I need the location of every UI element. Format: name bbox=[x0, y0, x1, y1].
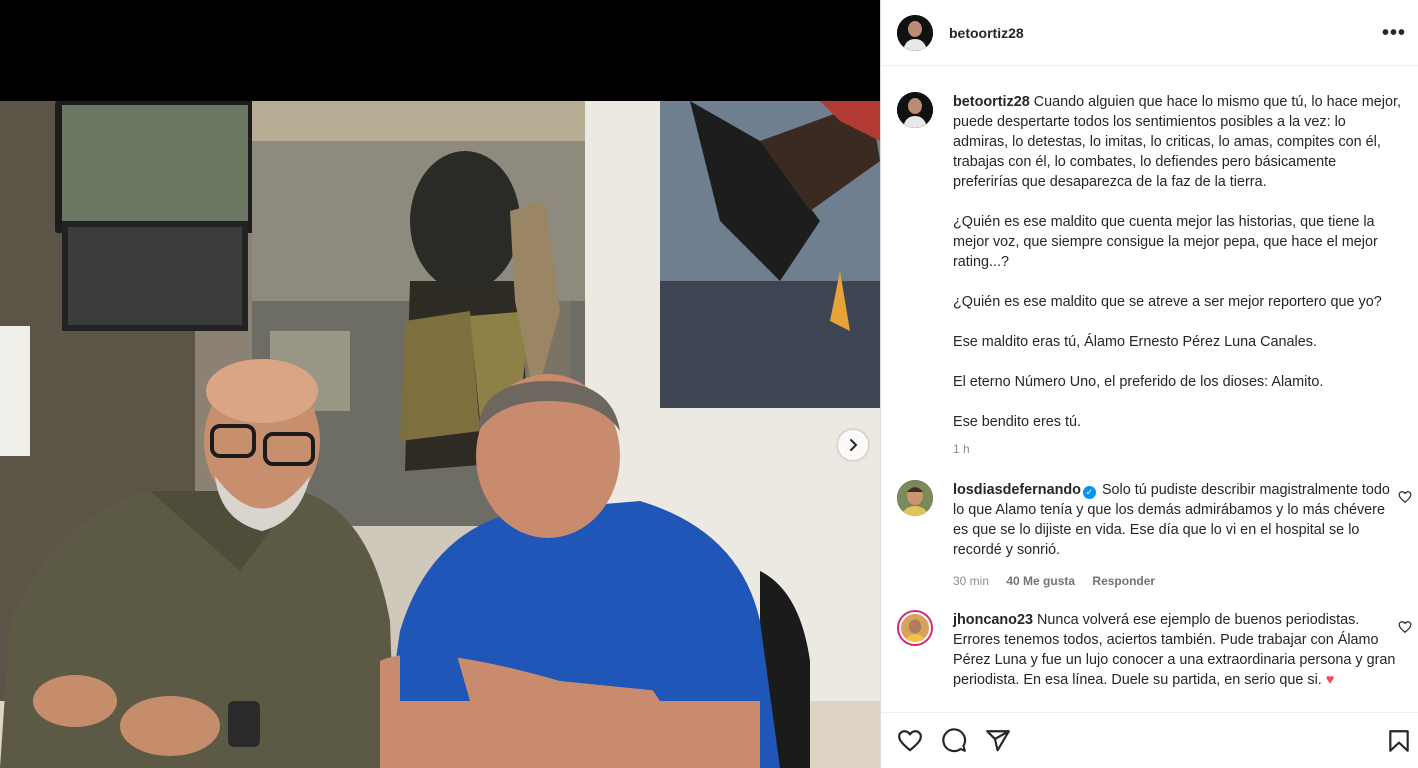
heart-icon[interactable] bbox=[897, 728, 923, 754]
verified-badge-icon: ✓ bbox=[1082, 486, 1096, 499]
comment-item: losdiasdefernando ✓ Solo tú pudiste descr… bbox=[881, 480, 1418, 588]
caption-timestamp[interactable]: 1 h bbox=[953, 442, 1402, 456]
avatar[interactable] bbox=[897, 14, 933, 51]
comment-likes[interactable]: 40 Me gusta bbox=[1006, 574, 1075, 588]
caption-paragraph: ¿Quién es ese maldito que se atreve a se… bbox=[953, 294, 1382, 310]
comment-text: jhoncano23 Nunca volverá ese ejemplo de … bbox=[953, 610, 1402, 690]
avatar[interactable] bbox=[897, 610, 933, 646]
comment-meta: 30 min 40 Me gusta Responder bbox=[953, 574, 1402, 588]
comments-scroll[interactable]: betoortiz28 Cuando alguien que hace lo m… bbox=[881, 66, 1418, 716]
like-comment-icon[interactable] bbox=[1398, 620, 1412, 634]
post-panel: betoortiz28 ••• betoortiz28 Cuando algui… bbox=[880, 0, 1418, 768]
bookmark-icon[interactable] bbox=[1386, 728, 1412, 754]
post-author-username[interactable]: betoortiz28 bbox=[949, 25, 1024, 41]
reply-button[interactable]: Responder bbox=[1092, 574, 1155, 588]
avatar[interactable] bbox=[897, 480, 933, 516]
more-options-icon[interactable]: ••• bbox=[1382, 22, 1406, 45]
like-comment-icon[interactable] bbox=[1398, 490, 1412, 504]
next-photo-button[interactable] bbox=[838, 430, 868, 460]
caption-paragraph: Ese maldito eras tú, Álamo Ernesto Pérez… bbox=[953, 334, 1317, 350]
share-icon[interactable] bbox=[985, 728, 1011, 754]
comment-text: losdiasdefernando ✓ Solo tú pudiste descr… bbox=[953, 480, 1402, 560]
photo-illustration bbox=[0, 101, 880, 768]
comment-icon[interactable] bbox=[941, 727, 967, 754]
caption-text: betoortiz28 Cuando alguien que hace lo m… bbox=[953, 92, 1402, 192]
caption-paragraph: El eterno Número Uno, el preferido de lo… bbox=[953, 374, 1324, 390]
post-photo bbox=[0, 101, 880, 768]
caption-paragraph: ¿Quién es ese maldito que cuenta mejor l… bbox=[953, 214, 1378, 270]
comment-username[interactable]: jhoncano23 bbox=[953, 612, 1033, 628]
post-media bbox=[0, 0, 880, 768]
comment-item: jhoncano23 Nunca volverá ese ejemplo de … bbox=[881, 610, 1418, 690]
chevron-right-icon bbox=[850, 439, 858, 451]
comment-time[interactable]: 30 min bbox=[953, 574, 989, 588]
avatar[interactable] bbox=[897, 92, 933, 128]
caption-username[interactable]: betoortiz28 bbox=[953, 94, 1030, 110]
heart-emoji: ♥ bbox=[1325, 672, 1335, 688]
post-header: betoortiz28 ••• bbox=[881, 0, 1418, 66]
post-actions-bar bbox=[881, 712, 1418, 768]
comment-username[interactable]: losdiasdefernando bbox=[953, 482, 1081, 498]
post-caption: betoortiz28 Cuando alguien que hace lo m… bbox=[881, 92, 1418, 456]
caption-paragraph: Ese bendito eres tú. bbox=[953, 414, 1081, 430]
